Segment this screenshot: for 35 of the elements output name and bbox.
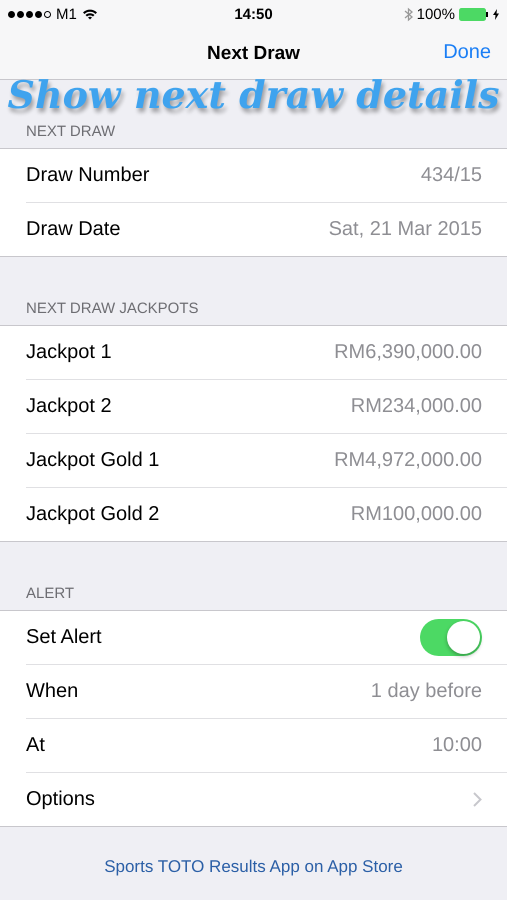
section-header: NEXT DRAW xyxy=(26,123,116,140)
row-value: RM4,972,000.00 xyxy=(334,449,482,472)
clock-time: 14:50 xyxy=(234,6,273,22)
row-value: 1 day before xyxy=(370,680,482,703)
row-value: 10:00 xyxy=(432,734,482,757)
row-label: Draw Number xyxy=(26,164,150,187)
done-button[interactable]: Done xyxy=(443,41,491,64)
battery-percent: 100% xyxy=(416,6,455,22)
row-label: Jackpot 2 xyxy=(26,395,112,418)
row-value: RM6,390,000.00 xyxy=(334,341,482,364)
row-label: Set Alert xyxy=(26,626,102,649)
wifi-icon xyxy=(82,8,98,20)
row-label: Draw Date xyxy=(26,218,120,241)
row-label: Jackpot 1 xyxy=(26,341,112,364)
row-label: When xyxy=(26,680,78,703)
nav-title: Next Draw xyxy=(207,42,300,64)
alert-toggle[interactable] xyxy=(420,619,482,656)
chevron-icon xyxy=(473,792,482,807)
section-header: ALERT xyxy=(26,585,74,602)
bluetooth-icon xyxy=(404,6,413,22)
carrier-name: M1 xyxy=(56,6,77,22)
app-store-link[interactable]: Sports TOTO Results App on App Store xyxy=(104,857,403,877)
row-value: Sat, 21 Mar 2015 xyxy=(328,218,482,241)
charging-icon xyxy=(493,8,499,20)
row-value: 434/15 xyxy=(420,164,482,187)
signal-icon xyxy=(8,10,51,18)
row-label: Jackpot Gold 2 xyxy=(26,503,160,526)
caption-text: Show next draw details xyxy=(8,72,500,117)
row-label: Jackpot Gold 1 xyxy=(26,449,160,472)
row-value: RM100,000.00 xyxy=(350,503,482,526)
row-label: Options xyxy=(26,788,95,811)
battery-icon xyxy=(459,8,489,20)
section-header: NEXT DRAW JACKPOTS xyxy=(26,300,199,317)
row-label: At xyxy=(26,734,45,757)
row-value: RM234,000.00 xyxy=(350,395,482,418)
